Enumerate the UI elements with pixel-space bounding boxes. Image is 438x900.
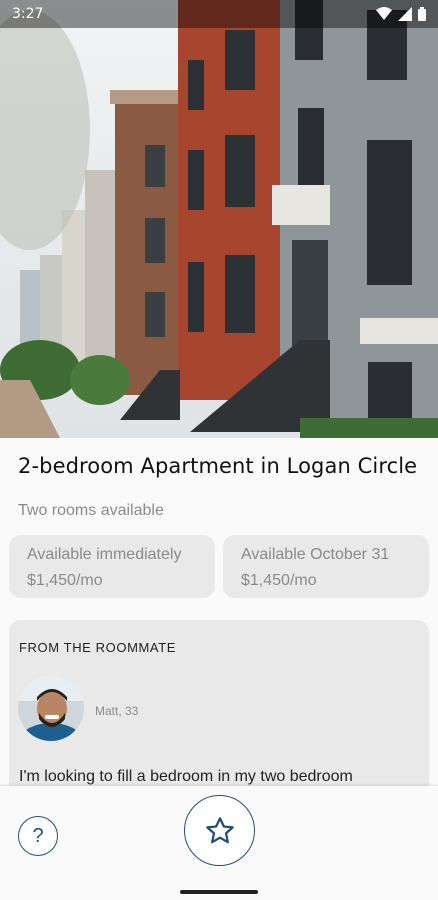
question-icon: ? [32,824,44,847]
help-button[interactable]: ? [18,816,58,856]
room-availability: Available October 31 [241,546,390,563]
room-card-2[interactable]: Available October 31 $1,450/mo [223,535,429,598]
room-availability: Available immediately [27,546,182,563]
battery-icon [418,7,426,21]
room-price: $1,450/mo [241,572,317,589]
roommate-message: I'm looking to fill a bedroom in my two … [19,768,353,785]
status-bar: 3:27 [0,0,438,28]
listing-title: 2-bedroom Apartment in Logan Circle [18,454,418,478]
roommate-card: FROM THE ROOMMATE Matt, 33 I'm looking t… [9,620,429,786]
star-outline-icon [205,816,234,843]
roommate-name: Matt, 33 [95,704,139,718]
status-time: 3:27 [12,6,44,22]
listing-subtitle: Two rooms available [18,502,164,519]
favorite-button[interactable] [184,795,255,866]
roommate-heading: FROM THE ROOMMATE [19,640,177,655]
avatar[interactable] [18,675,84,741]
wifi-icon [376,7,392,20]
signal-icon [398,7,412,21]
status-icons [376,7,426,21]
bottom-action-bar: ? [0,786,438,900]
gesture-nav-handle[interactable] [180,890,258,894]
listing-photo [0,0,438,438]
room-card-1[interactable]: Available immediately $1,450/mo [9,535,215,598]
room-price: $1,450/mo [27,572,103,589]
listing-details: 2-bedroom Apartment in Logan Circle Two … [0,438,438,786]
